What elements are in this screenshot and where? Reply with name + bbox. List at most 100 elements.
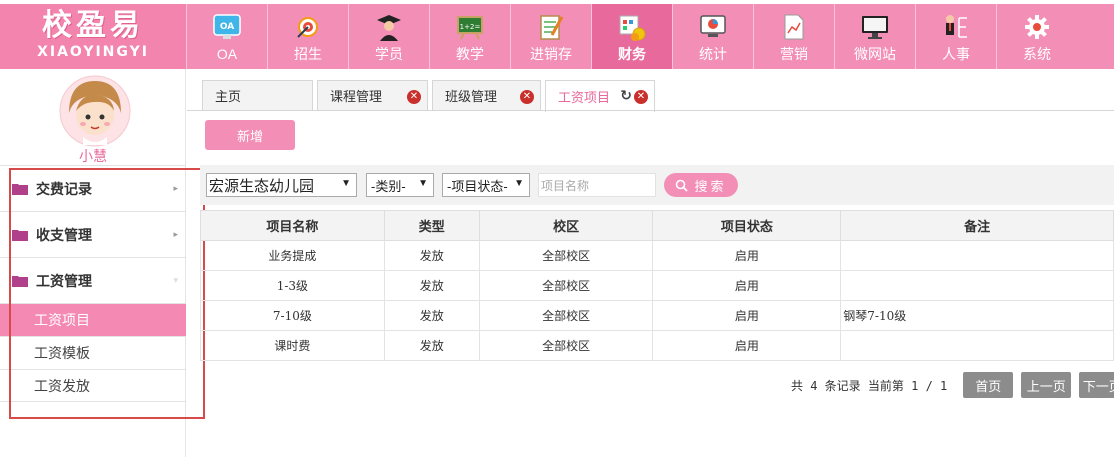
menu-group-salary[interactable]: 工资管理 ▾ bbox=[0, 257, 186, 303]
tab-course-management[interactable]: 课程管理 ✕ bbox=[317, 80, 428, 110]
inventory-icon bbox=[536, 12, 566, 42]
search-placeholder: 项目名称 bbox=[541, 178, 590, 193]
nav-personnel-label: 人事 bbox=[942, 46, 970, 62]
cell-item-name: 业务提成 bbox=[200, 240, 385, 271]
school-select[interactable]: 宏源生态幼儿园 ▼ bbox=[206, 173, 357, 197]
logo-text-en: XIAOYINGYI bbox=[37, 44, 149, 60]
folder-icon bbox=[12, 183, 28, 195]
close-icon[interactable]: ✕ bbox=[634, 90, 648, 104]
nav-oa-label: OA bbox=[216, 46, 238, 62]
menu-item-salary-payout[interactable]: 工资发放 bbox=[0, 369, 186, 402]
nav-statistics[interactable]: 统计 bbox=[672, 4, 753, 69]
close-icon[interactable]: ✕ bbox=[520, 90, 534, 104]
student-icon bbox=[374, 12, 404, 42]
oa-icon: OA bbox=[212, 12, 242, 42]
tab-class-management[interactable]: 班级管理 ✕ bbox=[432, 80, 541, 110]
refresh-icon[interactable]: ↻ bbox=[620, 87, 632, 104]
user-name: 小慧 bbox=[79, 148, 107, 164]
nav-student[interactable]: 学员 bbox=[348, 4, 429, 69]
column-header[interactable]: 校区 bbox=[478, 210, 654, 241]
chevron-right-icon: ▸ bbox=[173, 229, 178, 239]
table-row[interactable]: 业务提成 发放 全部校区 启用 bbox=[200, 240, 1114, 271]
teaching-icon: 1+2= bbox=[455, 12, 485, 42]
chevron-down-icon: ▾ bbox=[173, 275, 178, 285]
tab-label: 班级管理 bbox=[445, 89, 498, 104]
tab-divider bbox=[187, 110, 1114, 111]
avatar[interactable] bbox=[59, 75, 131, 147]
next-page-button[interactable]: 下一页 bbox=[1079, 372, 1114, 398]
website-icon bbox=[860, 12, 890, 42]
menu-group-payment-records[interactable]: 交费记录 ▸ bbox=[0, 165, 186, 211]
nav-system[interactable]: 系统 bbox=[996, 4, 1077, 69]
menu-group-income-expense[interactable]: 收支管理 ▸ bbox=[0, 211, 186, 257]
filter-bar: 宏源生态幼儿园 ▼ -类别- ▼ -项目状态- ▼ 项目名称 搜索 bbox=[200, 165, 1114, 205]
status-select[interactable]: -项目状态- ▼ bbox=[442, 173, 530, 197]
menu-item-salary-templates[interactable]: 工资模板 bbox=[0, 336, 186, 369]
sidebar: 小慧 交费记录 ▸ 收支管理 ▸ 工资管理 ▾ 工资项目 工资模板 工资发放 bbox=[0, 69, 186, 457]
cell-status: 启用 bbox=[652, 330, 842, 361]
table-row[interactable]: 课时费 发放 全部校区 启用 bbox=[200, 330, 1114, 361]
column-header[interactable]: 类型 bbox=[383, 210, 480, 241]
nav-marketing-label: 营销 bbox=[780, 46, 808, 62]
column-header[interactable]: 备注 bbox=[840, 210, 1114, 241]
main-nav: OA OA 招生 学员 1+2= 教学 进销存 财务 统计 营销 微网站 人事 … bbox=[186, 4, 1077, 69]
chevron-right-icon: ▸ bbox=[173, 183, 178, 193]
main-content: 主页 课程管理 ✕ 班级管理 ✕ 工资项目 ↻ ✕ 新增 宏源生态幼儿园 ▼ -… bbox=[187, 69, 1114, 457]
tab-label: 课程管理 bbox=[330, 89, 383, 104]
nav-inventory[interactable]: 进销存 bbox=[510, 4, 591, 69]
pagination-info: 共 4 条记录 当前第 1 / 1 bbox=[791, 378, 948, 393]
nav-marketing[interactable]: 营销 bbox=[753, 4, 834, 69]
menu-group-label: 收支管理 bbox=[36, 226, 92, 243]
nav-teaching[interactable]: 1+2= 教学 bbox=[429, 4, 510, 69]
logo-text-cn: 校盈易 bbox=[42, 8, 144, 43]
type-select-value: -类别- bbox=[371, 178, 406, 194]
cell-campus: 全部校区 bbox=[478, 330, 654, 361]
tab-label: 工资项目 bbox=[558, 90, 611, 105]
nav-website[interactable]: 微网站 bbox=[834, 4, 915, 69]
nav-recruit[interactable]: 招生 bbox=[267, 4, 348, 69]
column-header[interactable]: 项目名称 bbox=[200, 210, 385, 241]
search-button[interactable]: 搜索 bbox=[664, 173, 738, 197]
nav-personnel[interactable]: 人事 bbox=[915, 4, 996, 69]
tab-label: 主页 bbox=[215, 89, 242, 104]
menu-item-salary-items[interactable]: 工资项目 bbox=[0, 303, 186, 336]
recruit-icon bbox=[293, 12, 323, 42]
nav-system-label: 系统 bbox=[1023, 46, 1051, 62]
menu-group-label: 工资管理 bbox=[36, 272, 92, 289]
finance-icon bbox=[617, 12, 647, 42]
cell-type: 发放 bbox=[383, 240, 480, 271]
cell-campus: 全部校区 bbox=[478, 270, 654, 301]
cell-remark: 钢琴7-10级 bbox=[840, 300, 1114, 331]
gear-icon bbox=[1022, 12, 1052, 42]
cell-status: 启用 bbox=[652, 240, 842, 271]
cell-item-name: 课时费 bbox=[200, 330, 385, 361]
tab-home[interactable]: 主页 bbox=[202, 80, 313, 110]
table-row[interactable]: 1-3级 发放 全部校区 启用 bbox=[200, 270, 1114, 301]
nav-oa[interactable]: OA OA bbox=[186, 4, 267, 69]
cell-type: 发放 bbox=[383, 270, 480, 301]
top-bar: 校盈易 XIAOYINGYI OA OA 招生 学员 1+2= 教学 进销存 财… bbox=[0, 0, 1114, 69]
type-select[interactable]: -类别- ▼ bbox=[366, 173, 434, 197]
search-icon bbox=[676, 179, 689, 192]
svg-text:1+2=: 1+2= bbox=[460, 23, 481, 31]
status-select-value: -项目状态- bbox=[447, 178, 508, 194]
cell-status: 启用 bbox=[652, 270, 842, 301]
column-header[interactable]: 项目状态 bbox=[652, 210, 842, 241]
nav-finance[interactable]: 财务 bbox=[591, 4, 672, 69]
chevron-down-icon: ▼ bbox=[418, 178, 428, 189]
search-button-label: 搜索 bbox=[694, 178, 727, 194]
cell-remark bbox=[840, 330, 1114, 361]
nav-statistics-label: 统计 bbox=[699, 46, 727, 62]
close-icon[interactable]: ✕ bbox=[407, 90, 421, 104]
tab-bar: 主页 课程管理 ✕ 班级管理 ✕ 工资项目 ↻ ✕ bbox=[202, 80, 659, 112]
add-button[interactable]: 新增 bbox=[205, 120, 295, 150]
nav-inventory-label: 进销存 bbox=[530, 46, 572, 62]
prev-page-button[interactable]: 上一页 bbox=[1021, 372, 1072, 398]
search-input[interactable]: 项目名称 bbox=[538, 173, 656, 197]
cell-remark bbox=[840, 240, 1114, 271]
table-row[interactable]: 7-10级 发放 全部校区 启用 钢琴7-10级 bbox=[200, 300, 1114, 331]
marketing-icon bbox=[779, 12, 809, 42]
tab-salary-items[interactable]: 工资项目 ↻ ✕ bbox=[545, 80, 655, 112]
first-page-button[interactable]: 首页 bbox=[963, 372, 1014, 398]
chevron-down-icon: ▼ bbox=[514, 178, 524, 189]
